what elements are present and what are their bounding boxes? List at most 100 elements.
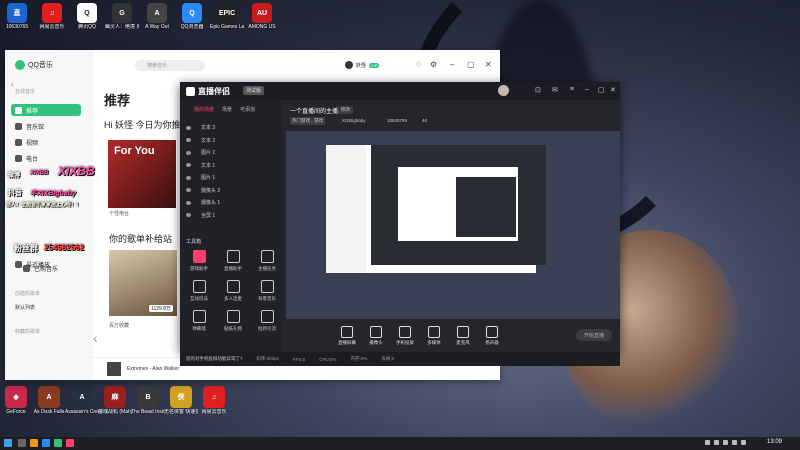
desktop-shortcut[interactable]: AAssassin's Creed Va... (65, 383, 99, 428)
maximize-icon[interactable]: ▢ (598, 86, 605, 94)
desktop-shortcut[interactable]: G幽灵人：绝境 周末版 (105, 0, 139, 40)
close-icon[interactable]: ✕ (610, 86, 616, 94)
browser-icon[interactable] (42, 439, 50, 447)
desktop-shortcut[interactable]: ◆ GeForce (0, 383, 32, 428)
tab-my-scenes[interactable]: 我的场景 (194, 106, 214, 113)
search-icon[interactable] (18, 439, 26, 447)
tray-icon[interactable] (705, 440, 710, 445)
control-button[interactable]: 摄像头 (363, 326, 389, 346)
scene-item[interactable]: 文本 2 (186, 135, 276, 146)
playlist-card[interactable]: 1129.8万 (109, 250, 177, 316)
desktop-shortcut[interactable]: Q QQ浏览器 (175, 0, 209, 40)
desktop-shortcut[interactable]: A As Dusk Falls (33, 383, 65, 428)
eye-icon[interactable] (186, 213, 191, 217)
scene-item[interactable]: 文本 1 (186, 160, 276, 171)
preview-sidebar (326, 145, 366, 273)
edit-tag[interactable]: 修改 (338, 106, 353, 114)
prev-arrow-icon[interactable]: ‹ (93, 330, 98, 346)
file-explorer-icon[interactable] (30, 439, 38, 447)
avatar[interactable] (498, 85, 509, 96)
tab-scenes[interactable]: 场景 (222, 106, 232, 113)
eye-icon[interactable] (186, 150, 191, 155)
eye-icon[interactable] (186, 188, 191, 192)
tool-button[interactable]: 互动玩法 (184, 280, 214, 302)
tray-icon[interactable] (714, 440, 719, 445)
scene-item[interactable]: 摄像头 2 (186, 185, 276, 196)
eye-icon[interactable] (186, 200, 191, 205)
message-icon[interactable]: ✉ (552, 86, 558, 94)
desktop-shortcut[interactable]: 侠无名侠客 快速捷径 (164, 383, 198, 428)
desktop-shortcut[interactable]: AU AMONG US (245, 0, 279, 40)
tool-button[interactable]: 直播助手 (218, 250, 248, 272)
settings-icon[interactable]: ⚙ (430, 60, 437, 69)
control-icon (399, 326, 411, 338)
maximize-icon[interactable]: ▢ (467, 60, 475, 69)
tool-button[interactable]: 弹幕墙 (184, 310, 214, 332)
eye-icon[interactable] (186, 175, 191, 180)
tab-addable[interactable]: 可添加 (240, 106, 255, 113)
menu-icon[interactable]: ≡ (570, 86, 574, 93)
control-button[interactable]: 麦克风 (450, 326, 476, 346)
sidebar-item-music-hall[interactable]: 音乐馆 (11, 120, 81, 132)
album-thumb[interactable] (107, 362, 121, 376)
shortcut-label: 无名侠客 快速捷径 (164, 409, 198, 415)
ime-icon[interactable] (741, 440, 746, 445)
eye-icon[interactable] (186, 163, 191, 167)
scene-item[interactable]: 图片 2 (186, 147, 276, 158)
status-warning[interactable]: 您的对手机投屏功能异常了? (186, 356, 243, 362)
sidebar-item-purchased[interactable]: 已购音乐 (19, 262, 89, 274)
scene-item[interactable]: 全屏 1 (186, 210, 276, 221)
scene-item[interactable]: 文本 3 (186, 122, 276, 133)
sidebar-item-video[interactable]: 视频 (11, 136, 81, 148)
gift-icon[interactable]: ⊡ (535, 86, 541, 94)
scene-label: 文本 1 (201, 162, 216, 169)
playlist-default[interactable]: 默认列表 (15, 304, 35, 311)
category-tag[interactable]: 热门游戏 · 游戏 (290, 117, 325, 125)
tool-button[interactable]: 主播任务 (252, 250, 282, 272)
tool-button[interactable]: 贴纸礼物 (218, 310, 248, 332)
sidebar-item-label: 电台 (26, 156, 39, 163)
desktop-shortcut[interactable]: B The Beast Inside (131, 383, 165, 428)
desktop-shortcut[interactable]: ♫ 网易云音乐 (198, 383, 230, 428)
qq-music-taskbar-icon[interactable] (54, 439, 62, 447)
app-icon: A (38, 386, 60, 408)
back-icon[interactable]: ‹ (11, 80, 14, 89)
desktop-shortcut[interactable]: Q 腾讯QQ (70, 0, 104, 40)
radio-card[interactable]: For You (108, 140, 176, 208)
tool-button[interactable]: 游戏助手 (184, 250, 214, 272)
card-caption[interactable]: 百万收藏 (109, 322, 129, 329)
minimize-icon[interactable]: – (450, 60, 454, 69)
start-icon[interactable] (4, 439, 12, 447)
desktop-shortcut[interactable]: EPICEpic Games Launcher (210, 0, 244, 40)
app-icon: ♫ (203, 386, 225, 408)
desktop-shortcut[interactable]: 麻魔魂战机 (Mahjong... (98, 383, 132, 428)
control-button[interactable]: 扬声器 (479, 326, 505, 346)
tool-label: 多人连麦 (224, 296, 242, 301)
network-icon[interactable] (723, 440, 728, 445)
scene-item[interactable]: 图片 1 (186, 172, 276, 183)
control-button[interactable]: 多媒体 (421, 326, 447, 346)
eye-icon[interactable] (186, 138, 191, 142)
control-button[interactable]: 手机投屏 (392, 326, 418, 346)
clock[interactable]: 13:09 (767, 439, 782, 445)
user-info[interactable]: 妖怪 VIP (345, 61, 380, 69)
search-input[interactable]: 搜索音乐 (135, 60, 205, 71)
go-live-button[interactable]: 开始直播 (576, 329, 612, 341)
volume-icon[interactable] (732, 440, 737, 445)
sidebar-item-recommend[interactable]: 推荐 (11, 104, 81, 116)
skin-icon[interactable]: ♢ (415, 60, 422, 69)
eye-icon[interactable] (186, 125, 191, 130)
card-caption[interactable]: 个性电台 (109, 210, 129, 217)
stream-app-taskbar-icon[interactable] (66, 439, 74, 447)
desktop-shortcut[interactable]: AA Way Out (140, 0, 174, 40)
desktop-shortcut[interactable]: 直 10630765 (0, 0, 34, 40)
tool-button[interactable]: 拉新引流 (252, 310, 282, 332)
desktop-shortcut[interactable]: ♫ 网易云音乐 (35, 0, 69, 40)
minimize-icon[interactable]: – (585, 86, 589, 93)
scene-item[interactable]: 摄像头 1 (186, 197, 276, 208)
close-icon[interactable]: ✕ (485, 60, 492, 69)
tool-button[interactable]: 多人连麦 (218, 280, 248, 302)
control-button[interactable]: 直播屏幕 (334, 326, 360, 346)
tool-button[interactable]: 背景音乐 (252, 280, 282, 302)
sidebar-item-radio[interactable]: 电台 (11, 152, 81, 164)
